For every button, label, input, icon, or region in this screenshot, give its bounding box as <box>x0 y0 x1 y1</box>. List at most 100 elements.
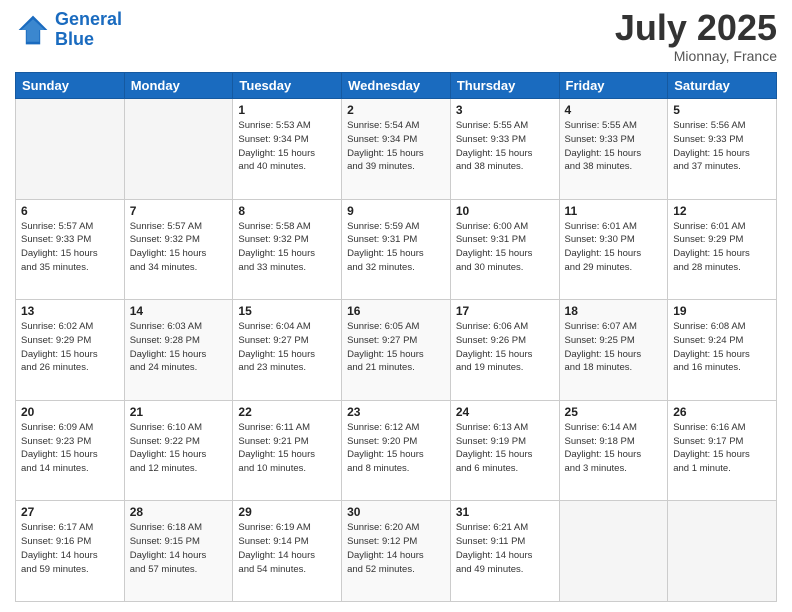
day-of-week-header: Sunday <box>16 73 125 99</box>
calendar-week-row: 1 Sunrise: 5:53 AM Sunset: 9:34 PM Daylig… <box>16 99 777 200</box>
calendar-cell: 1 Sunrise: 5:53 AM Sunset: 9:34 PM Daylig… <box>233 99 342 200</box>
day-info: Sunrise: 6:10 AM Sunset: 9:22 PM Dayligh… <box>130 421 228 476</box>
day-info: Sunrise: 5:56 AM Sunset: 9:33 PM Dayligh… <box>673 119 771 174</box>
calendar-cell: 19 Sunrise: 6:08 AM Sunset: 9:24 PM Dayli… <box>668 300 777 401</box>
header: General Blue July 2025 Mionnay, France <box>15 10 777 64</box>
day-info: Sunrise: 5:57 AM Sunset: 9:33 PM Dayligh… <box>21 220 119 275</box>
day-of-week-header: Monday <box>124 73 233 99</box>
calendar-week-row: 20Sunrise: 6:09 AM Sunset: 9:23 PM Dayli… <box>16 400 777 501</box>
calendar-cell: 20Sunrise: 6:09 AM Sunset: 9:23 PM Dayli… <box>16 400 125 501</box>
day-info: Sunrise: 6:06 AM Sunset: 9:26 PM Dayligh… <box>456 320 554 375</box>
day-info: Sunrise: 5:54 AM Sunset: 9:34 PM Dayligh… <box>347 119 445 174</box>
day-number: 19 <box>673 304 771 318</box>
month-title: July 2025 <box>615 10 777 46</box>
day-number: 13 <box>21 304 119 318</box>
day-number: 30 <box>347 505 445 519</box>
calendar-cell <box>16 99 125 200</box>
logo: General Blue <box>15 10 122 50</box>
calendar-week-row: 13 Sunrise: 6:02 AM Sunset: 9:29 PM Dayli… <box>16 300 777 401</box>
calendar-cell: 18Sunrise: 6:07 AM Sunset: 9:25 PM Dayli… <box>559 300 668 401</box>
calendar-cell: 31 Sunrise: 6:21 AM Sunset: 9:11 PM Dayli… <box>450 501 559 602</box>
day-info: Sunrise: 6:01 AM Sunset: 9:29 PM Dayligh… <box>673 220 771 275</box>
day-number: 3 <box>456 103 554 117</box>
day-number: 28 <box>130 505 228 519</box>
page: General Blue July 2025 Mionnay, France S… <box>0 0 792 612</box>
calendar-cell: 12 Sunrise: 6:01 AM Sunset: 9:29 PM Dayli… <box>668 199 777 300</box>
day-info: Sunrise: 6:19 AM Sunset: 9:14 PM Dayligh… <box>238 521 336 576</box>
day-number: 16 <box>347 304 445 318</box>
calendar-cell: 16 Sunrise: 6:05 AM Sunset: 9:27 PM Dayli… <box>342 300 451 401</box>
calendar-body: 1 Sunrise: 5:53 AM Sunset: 9:34 PM Daylig… <box>16 99 777 602</box>
calendar-cell: 24 Sunrise: 6:13 AM Sunset: 9:19 PM Dayli… <box>450 400 559 501</box>
day-info: Sunrise: 6:18 AM Sunset: 9:15 PM Dayligh… <box>130 521 228 576</box>
calendar-cell: 4 Sunrise: 5:55 AM Sunset: 9:33 PM Daylig… <box>559 99 668 200</box>
day-info: Sunrise: 5:55 AM Sunset: 9:33 PM Dayligh… <box>456 119 554 174</box>
day-number: 11 <box>565 204 663 218</box>
day-info: Sunrise: 6:09 AM Sunset: 9:23 PM Dayligh… <box>21 421 119 476</box>
calendar-cell: 5Sunrise: 5:56 AM Sunset: 9:33 PM Daylig… <box>668 99 777 200</box>
day-info: Sunrise: 6:20 AM Sunset: 9:12 PM Dayligh… <box>347 521 445 576</box>
calendar-cell: 2 Sunrise: 5:54 AM Sunset: 9:34 PM Daylig… <box>342 99 451 200</box>
day-number: 24 <box>456 405 554 419</box>
day-info: Sunrise: 5:59 AM Sunset: 9:31 PM Dayligh… <box>347 220 445 275</box>
calendar-cell: 23 Sunrise: 6:12 AM Sunset: 9:20 PM Dayli… <box>342 400 451 501</box>
day-number: 6 <box>21 204 119 218</box>
calendar-cell: 7Sunrise: 5:57 AM Sunset: 9:32 PM Daylig… <box>124 199 233 300</box>
day-info: Sunrise: 6:11 AM Sunset: 9:21 PM Dayligh… <box>238 421 336 476</box>
calendar-cell: 17 Sunrise: 6:06 AM Sunset: 9:26 PM Dayli… <box>450 300 559 401</box>
day-number: 26 <box>673 405 771 419</box>
calendar-cell <box>559 501 668 602</box>
location: Mionnay, France <box>615 48 777 64</box>
day-number: 4 <box>565 103 663 117</box>
day-number: 10 <box>456 204 554 218</box>
calendar-table: SundayMondayTuesdayWednesdayThursdayFrid… <box>15 72 777 602</box>
day-info: Sunrise: 6:05 AM Sunset: 9:27 PM Dayligh… <box>347 320 445 375</box>
calendar-cell: 21Sunrise: 6:10 AM Sunset: 9:22 PM Dayli… <box>124 400 233 501</box>
logo-line1: General <box>55 9 122 29</box>
day-info: Sunrise: 6:16 AM Sunset: 9:17 PM Dayligh… <box>673 421 771 476</box>
day-info: Sunrise: 6:08 AM Sunset: 9:24 PM Dayligh… <box>673 320 771 375</box>
calendar-cell: 29 Sunrise: 6:19 AM Sunset: 9:14 PM Dayli… <box>233 501 342 602</box>
calendar-cell: 6 Sunrise: 5:57 AM Sunset: 9:33 PM Daylig… <box>16 199 125 300</box>
calendar-cell: 27 Sunrise: 6:17 AM Sunset: 9:16 PM Dayli… <box>16 501 125 602</box>
day-number: 2 <box>347 103 445 117</box>
calendar-cell: 30 Sunrise: 6:20 AM Sunset: 9:12 PM Dayli… <box>342 501 451 602</box>
day-number: 25 <box>565 405 663 419</box>
day-info: Sunrise: 6:12 AM Sunset: 9:20 PM Dayligh… <box>347 421 445 476</box>
day-of-week-header: Saturday <box>668 73 777 99</box>
day-of-week-header: Thursday <box>450 73 559 99</box>
day-info: Sunrise: 6:02 AM Sunset: 9:29 PM Dayligh… <box>21 320 119 375</box>
day-info: Sunrise: 6:17 AM Sunset: 9:16 PM Dayligh… <box>21 521 119 576</box>
day-number: 27 <box>21 505 119 519</box>
day-number: 31 <box>456 505 554 519</box>
day-info: Sunrise: 5:53 AM Sunset: 9:34 PM Dayligh… <box>238 119 336 174</box>
logo-icon <box>15 12 51 48</box>
calendar-cell: 28 Sunrise: 6:18 AM Sunset: 9:15 PM Dayli… <box>124 501 233 602</box>
calendar-cell: 15 Sunrise: 6:04 AM Sunset: 9:27 PM Dayli… <box>233 300 342 401</box>
logo-line2: Blue <box>55 29 94 49</box>
calendar-header: SundayMondayTuesdayWednesdayThursdayFrid… <box>16 73 777 99</box>
day-number: 14 <box>130 304 228 318</box>
calendar-cell: 10Sunrise: 6:00 AM Sunset: 9:31 PM Dayli… <box>450 199 559 300</box>
day-info: Sunrise: 6:21 AM Sunset: 9:11 PM Dayligh… <box>456 521 554 576</box>
calendar-week-row: 6 Sunrise: 5:57 AM Sunset: 9:33 PM Daylig… <box>16 199 777 300</box>
day-info: Sunrise: 6:13 AM Sunset: 9:19 PM Dayligh… <box>456 421 554 476</box>
day-info: Sunrise: 5:55 AM Sunset: 9:33 PM Dayligh… <box>565 119 663 174</box>
day-number: 17 <box>456 304 554 318</box>
day-number: 1 <box>238 103 336 117</box>
day-number: 12 <box>673 204 771 218</box>
day-number: 9 <box>347 204 445 218</box>
header-row: SundayMondayTuesdayWednesdayThursdayFrid… <box>16 73 777 99</box>
title-block: July 2025 Mionnay, France <box>615 10 777 64</box>
calendar-cell: 14 Sunrise: 6:03 AM Sunset: 9:28 PM Dayli… <box>124 300 233 401</box>
day-number: 29 <box>238 505 336 519</box>
calendar-cell: 22Sunrise: 6:11 AM Sunset: 9:21 PM Dayli… <box>233 400 342 501</box>
calendar-cell: 3 Sunrise: 5:55 AM Sunset: 9:33 PM Daylig… <box>450 99 559 200</box>
day-info: Sunrise: 6:04 AM Sunset: 9:27 PM Dayligh… <box>238 320 336 375</box>
day-info: Sunrise: 6:03 AM Sunset: 9:28 PM Dayligh… <box>130 320 228 375</box>
day-info: Sunrise: 5:58 AM Sunset: 9:32 PM Dayligh… <box>238 220 336 275</box>
day-number: 23 <box>347 405 445 419</box>
day-of-week-header: Wednesday <box>342 73 451 99</box>
day-info: Sunrise: 6:14 AM Sunset: 9:18 PM Dayligh… <box>565 421 663 476</box>
day-number: 15 <box>238 304 336 318</box>
